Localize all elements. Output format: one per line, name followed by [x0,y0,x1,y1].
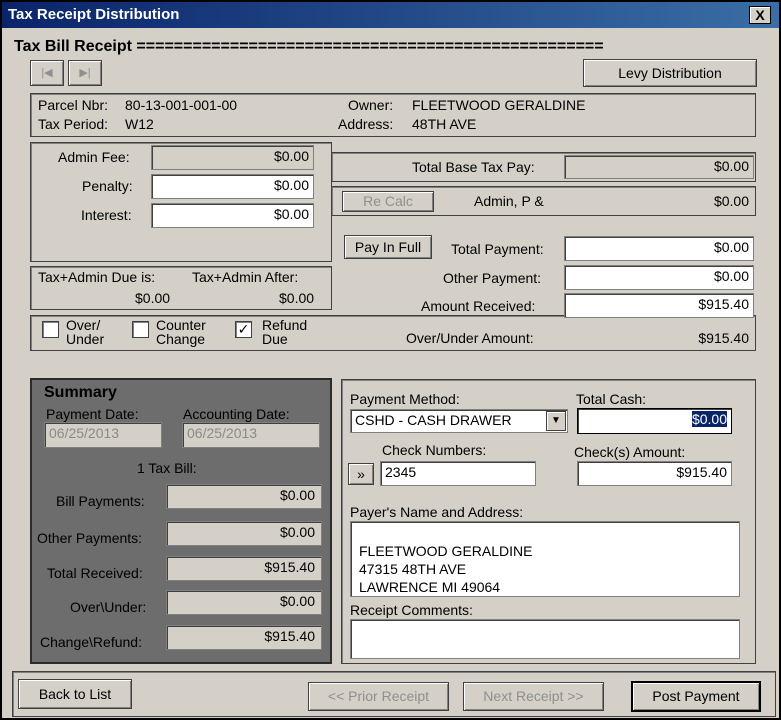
window-title: Tax Receipt Distribution [8,6,180,23]
pay-in-full-button[interactable]: Pay In Full [344,235,432,259]
receipt-comments-label: Receipt Comments: [350,602,473,618]
receipt-comments-textarea[interactable] [350,619,740,659]
over-under-amount-value: $915.40 [698,330,749,346]
address-value: 48TH AVE [412,116,477,132]
refund-due-checkbox[interactable]: ✓ [235,321,252,338]
counter-change-label: Counter Change [156,317,206,347]
total-base-tax-label: Total Base Tax Pay: [412,159,535,175]
check-numbers-button[interactable]: » [348,463,374,485]
payment-date-field: 06/25/2013 [44,422,162,448]
close-button[interactable]: X [749,6,771,24]
address-label: Address: [338,116,394,132]
total-cash-label: Total Cash: [576,391,647,407]
counter-change-checkbox[interactable] [132,321,149,338]
checks-amount-label: Check(s) Amount: [574,444,686,460]
admin-fee-field: $0.00 [151,145,314,170]
summary-title: Summary [44,384,117,401]
last-record-button[interactable]: ▶| [68,60,102,86]
tax-admin-due-label: Tax+Admin Due is: [38,269,156,285]
amount-received-input[interactable]: $915.40 [564,293,754,318]
tax-period-label: Tax Period: [38,116,109,132]
tax-admin-due-value: $0.00 [135,290,171,306]
other-payments-field: $0.00 [166,521,322,546]
total-received-label: Total Received: [47,565,143,581]
other-payment-input[interactable]: $0.00 [564,265,754,290]
over-under-label: Over/ Under [66,317,105,347]
penalty-input[interactable]: $0.00 [151,174,314,199]
refund-due-label: Refund Due [262,317,308,347]
total-cash-input[interactable]: $0.00 [577,408,732,434]
tax-admin-after-label: Tax+Admin After: [192,269,299,285]
owner-value: FLEETWOOD GERALDINE [412,97,586,113]
over-under-amount-label: Over/Under Amount: [406,330,534,346]
check-numbers-label: Check Numbers: [382,442,487,458]
tax-period-value: W12 [125,116,154,132]
summary-panel: Summary Payment Date: 06/25/2013 Account… [30,378,332,664]
interest-input[interactable]: $0.00 [151,203,314,228]
section-title: Tax Bill Receipt =======================… [14,38,604,55]
owner-label: Owner: [348,97,394,113]
payment-date-label: Payment Date: [46,406,139,422]
check-numbers-input[interactable]: 2345 [380,461,536,486]
recalc-button[interactable]: Re Calc [342,191,434,212]
amount-received-label: Amount Received: [421,298,536,314]
other-payments-label: Other Payments: [37,530,143,546]
accounting-date-field: 06/25/2013 [182,422,320,448]
tax-bill-count-label: 1 Tax Bill: [137,460,197,476]
payer-line-2: 47315 48TH AVE [359,561,467,577]
parcel-nbr-label: Parcel Nbr: [38,97,109,113]
checks-amount-input[interactable]: $915.40 [577,461,732,486]
total-received-field: $915.40 [166,556,322,581]
tax-admin-after-value: $0.00 [279,290,315,306]
total-payment-input[interactable]: $0.00 [564,236,754,261]
change-refund-field: $915.40 [166,625,322,650]
payment-method-value: CSHD - CASH DRAWER [355,412,512,428]
next-receipt-button[interactable]: Next Receipt >> [463,682,604,711]
back-to-list-button[interactable]: Back to List [18,679,132,709]
total-base-tax-field: $0.00 [564,155,754,179]
accounting-date-label: Accounting Date: [183,406,290,422]
penalty-label: Penalty: [82,178,133,194]
bill-payments-field: $0.00 [166,484,322,509]
total-cash-value: $0.00 [691,411,727,427]
payer-line-3: LAWRENCE MI 49064 [359,579,501,595]
levy-distribution-button[interactable]: Levy Distribution [583,59,757,87]
interest-label: Interest: [81,207,132,223]
parcel-nbr-value: 80-13-001-001-00 [125,97,238,113]
payment-method-label: Payment Method: [350,391,460,407]
over-under-checkbox[interactable] [42,321,59,338]
admin-p-value: $0.00 [713,193,749,209]
payer-label: Payer's Name and Address: [350,504,524,520]
admin-p-label: Admin, P & [474,193,544,209]
post-payment-button[interactable]: Post Payment [631,681,761,712]
over-under-summary-label: Over\Under: [70,599,147,615]
payer-textarea[interactable]: FLEETWOOD GERALDINE 47315 48TH AVE LAWRE… [350,521,740,597]
prior-receipt-button[interactable]: << Prior Receipt [308,682,449,711]
first-record-button[interactable]: |◀ [30,60,64,86]
tax-receipt-window: Tax Receipt Distribution X Tax Bill Rece… [0,0,781,720]
payer-line-1: FLEETWOOD GERALDINE [359,543,533,559]
change-refund-label: Change\Refund: [40,634,142,650]
payment-method-select[interactable]: CSHD - CASH DRAWER ▼ [350,409,568,433]
checkmark-icon: ✓ [237,321,250,337]
admin-fee-label: Admin Fee: [58,149,130,165]
chevron-down-icon[interactable]: ▼ [546,411,566,431]
other-payment-label: Other Payment: [443,270,542,286]
total-payment-label: Total Payment: [451,241,544,257]
over-under-summary-field: $0.00 [166,590,322,615]
bill-payments-label: Bill Payments: [56,493,145,509]
title-bar: Tax Receipt Distribution X [2,2,779,28]
